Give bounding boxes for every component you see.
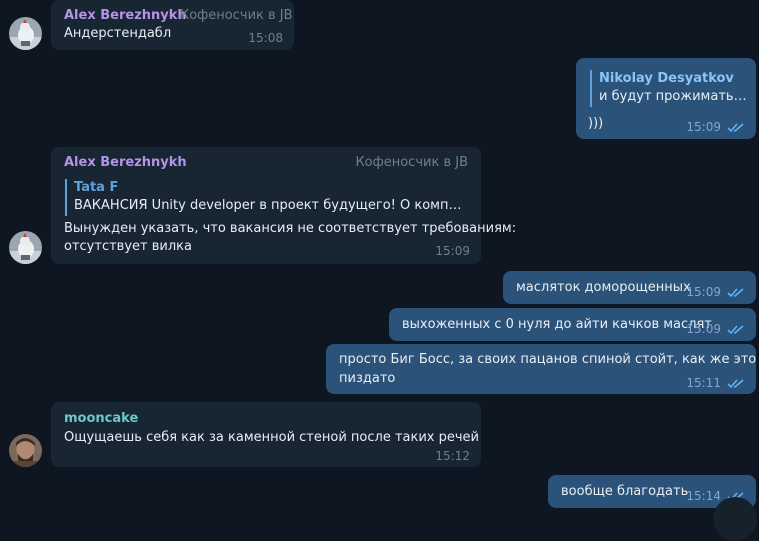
message-text: вообще благодать (561, 484, 689, 499)
reply-preview: и будут прожимать м... (599, 89, 750, 104)
message-incoming[interactable]: Alex Berezhnykh Кофеносчик в JB Андерсте… (51, 0, 294, 50)
message-incoming[interactable]: Alex Berezhnykh Кофеносчик в JB Tata F В… (51, 147, 516, 264)
avatar-mooncake[interactable] (9, 434, 42, 467)
avatar-image (9, 231, 42, 264)
reply-author: Tata F (74, 180, 119, 195)
sender-role: Кофеносчик в JB (180, 8, 293, 23)
message-outgoing[interactable]: масляток доморощенных 15:09 (503, 271, 756, 304)
message-time: 15:09 (686, 285, 721, 299)
message-time: 15:12 (435, 449, 470, 463)
double-check-icon (727, 325, 744, 335)
message-text: Андерстендабл (64, 26, 172, 41)
message-time: 15:11 (686, 376, 721, 390)
reply-quote[interactable]: Tata F ВАКАНСИЯ Unity developer в проект… (65, 179, 467, 216)
message-time: 15:09 (686, 120, 721, 134)
message-text: выхоженных с 0 нуля до айти качков масля… (402, 317, 712, 332)
double-check-icon (727, 288, 744, 298)
message-time: 15:08 (248, 31, 283, 45)
message-incoming[interactable]: mooncake Ощущаешь себя как за каменной с… (51, 402, 481, 467)
scroll-down-button[interactable] (713, 497, 757, 541)
reply-quote[interactable]: Nikolay Desyatkov и будут прожимать м... (590, 70, 750, 107)
message-text: ))) (588, 116, 604, 131)
sender-name[interactable]: Alex Berezhnykh (64, 8, 187, 23)
avatar-alex-berezhnykh[interactable] (9, 231, 42, 264)
message-outgoing[interactable]: просто Биг Босс, за своих пацанов спиной… (326, 344, 756, 394)
double-check-icon (727, 123, 744, 133)
message-outgoing[interactable]: выхоженных с 0 нуля до айти качков масля… (389, 308, 756, 341)
message-text: масляток доморощенных (516, 280, 691, 295)
message-text: Ощущаешь себя как за каменной стеной пос… (64, 430, 479, 445)
message-text-line: отсутствует вилка (64, 239, 192, 254)
message-text-line: просто Биг Босс, за своих пацанов спиной… (339, 352, 757, 367)
reply-author: Nikolay Desyatkov (599, 71, 734, 86)
double-check-icon (727, 379, 744, 389)
sender-name[interactable]: Alex Berezhnykh (64, 155, 187, 170)
message-time: 15:14 (686, 489, 721, 503)
avatar-image (9, 17, 42, 50)
sender-role: Кофеносчик в JB (355, 155, 468, 170)
avatar-image (9, 434, 42, 467)
avatar-alex-berezhnykh[interactable] (9, 17, 42, 50)
message-outgoing[interactable]: Nikolay Desyatkov и будут прожимать м...… (576, 58, 756, 139)
reply-preview: ВАКАНСИЯ Unity developer в проект будуще… (74, 198, 467, 213)
message-text-line: пиздато (339, 371, 396, 386)
message-time: 15:09 (686, 322, 721, 336)
message-time: 15:09 (435, 244, 470, 258)
message-text-line: Вынужден указать, что вакансия не соотве… (64, 221, 517, 236)
sender-name[interactable]: mooncake (64, 411, 138, 426)
